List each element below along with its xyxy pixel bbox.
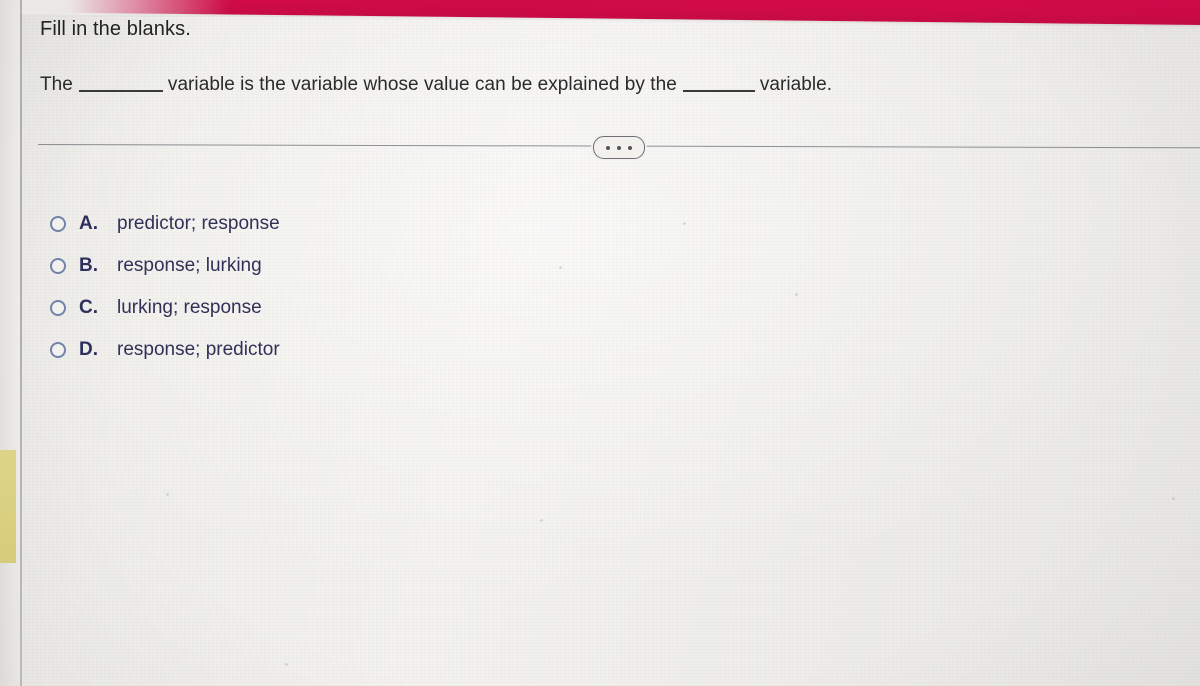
answer-letter-d: D. [79, 339, 98, 360]
answer-letter-c: C. [79, 297, 98, 318]
answer-text-b: response; lurking [117, 255, 262, 276]
question-text-segment-3: variable. [759, 74, 833, 95]
answer-choice-a[interactable]: A. predictor; response [50, 203, 690, 245]
answer-letter-b: B. [79, 255, 98, 276]
answer-text-c: lurking; response [117, 297, 262, 318]
question-page: Fill in the blanks. The variable is the v… [0, 0, 1200, 686]
answer-text-d: response; predictor [117, 339, 280, 360]
answer-choice-c[interactable]: C. lurking; response [50, 287, 690, 329]
radio-button-icon-a[interactable] [50, 216, 66, 232]
answer-letter-a: A. [79, 213, 98, 234]
ellipsis-dot-2 [617, 145, 621, 150]
question-content: Fill in the blanks. The variable is the v… [0, 0, 1200, 686]
ellipsis-dot-3 [628, 145, 632, 150]
answer-choice-d[interactable]: D. response; predictor [50, 329, 690, 371]
radio-button-icon-c[interactable] [50, 300, 66, 316]
blank-field-2[interactable] [682, 76, 755, 92]
answer-choices-list: A. predictor; response B. response; lurk… [50, 203, 690, 371]
section-divider [0, 136, 1200, 164]
radio-button-icon-b[interactable] [50, 258, 66, 274]
more-options-ellipsis-button[interactable] [593, 136, 645, 159]
question-text-segment-2: variable is the variable whose value can… [167, 74, 677, 95]
question-text-segment-1: The [40, 74, 73, 95]
ellipsis-dot-1 [606, 145, 610, 150]
question-prompt: Fill in the blanks. [40, 18, 191, 40]
question-statement: The variable is the variable whose value … [40, 74, 832, 96]
answer-choice-b[interactable]: B. response; lurking [50, 245, 690, 287]
blank-field-1[interactable] [78, 76, 163, 92]
answer-text-a: predictor; response [117, 213, 280, 234]
radio-button-icon-d[interactable] [50, 342, 66, 358]
